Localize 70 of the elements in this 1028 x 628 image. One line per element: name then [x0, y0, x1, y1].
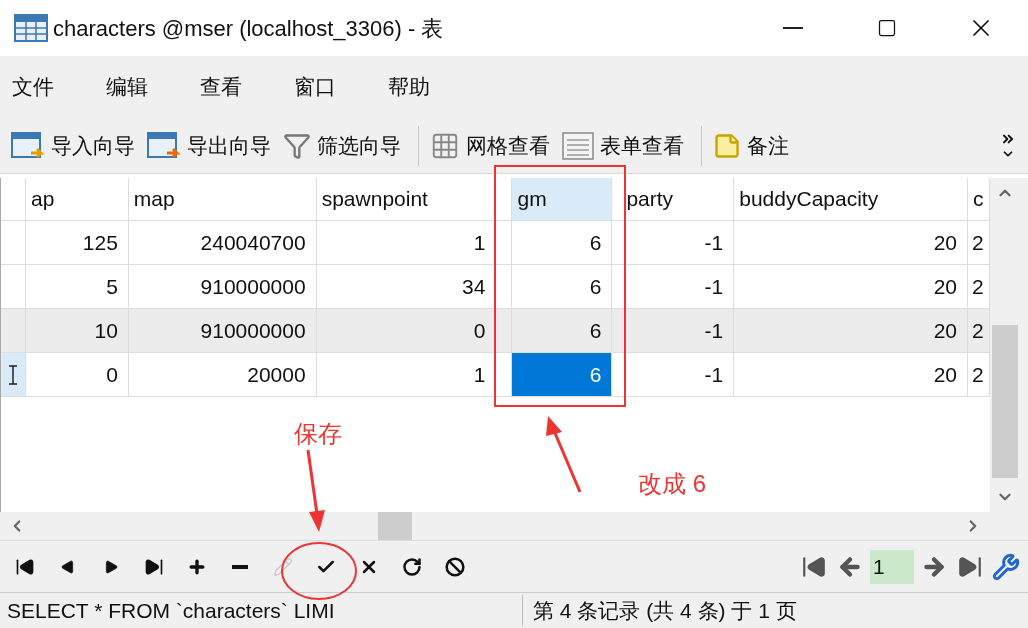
table-cell[interactable]: 20 — [734, 221, 968, 264]
menu-item[interactable]: 帮助 — [386, 71, 432, 103]
table-cell[interactable]: -1 — [612, 309, 735, 352]
status-record-count: 第 4 条记录 (共 4 条) 于 1 页 — [532, 597, 797, 624]
table-cell[interactable]: 20 — [734, 353, 968, 396]
table-row[interactable]: 10 910000000 0 6 -1 20 2 — [1, 309, 990, 353]
annotation-label: 保存 — [294, 419, 342, 449]
table-cell[interactable]: 20 — [734, 265, 968, 308]
annotation-label: 改成 6 — [638, 469, 706, 499]
table-cell[interactable]: -1 — [612, 221, 735, 264]
table-cell[interactable]: -1 — [612, 265, 735, 308]
stop-icon — [445, 556, 465, 577]
table-cell[interactable]: 2 — [968, 265, 990, 308]
filter-icon — [283, 131, 311, 160]
table-cell[interactable]: 20 — [734, 309, 968, 352]
window-title: characters @mser (localhost_3306) - 表 — [53, 14, 444, 43]
import-button[interactable]: 导入向导 — [8, 129, 138, 162]
table-cell[interactable]: 6 — [512, 221, 613, 264]
prev-icon — [60, 558, 76, 575]
maximize-icon — [877, 18, 897, 38]
note-button[interactable]: 备注 — [710, 129, 792, 162]
table-cell[interactable]: 910000000 — [128, 309, 317, 352]
table-row[interactable]: 0 20000 1 6 -1 20 2 — [1, 353, 990, 397]
table-import-icon — [11, 130, 45, 161]
menu-item[interactable]: 窗口 — [292, 71, 338, 103]
table-cell[interactable]: 5 — [25, 265, 129, 308]
column-header[interactable]: gm — [512, 178, 613, 220]
scrollbar-thumb[interactable] — [992, 325, 1018, 478]
table-cell[interactable]: 910000000 — [128, 265, 317, 308]
table-cell[interactable]: 1 — [316, 221, 513, 264]
table-row[interactable]: 5 910000000 34 6 -1 20 2 — [1, 265, 990, 309]
table-cell[interactable]: 34 — [316, 265, 513, 308]
export-button[interactable]: 导出向导 — [144, 129, 274, 162]
table-icon — [14, 14, 48, 42]
status-query: SELECT * FROM `characters` LIMI — [0, 594, 523, 627]
next-icon — [103, 558, 119, 575]
minimize-icon — [783, 27, 803, 29]
menu-item[interactable]: 文件 — [10, 71, 56, 103]
table-export-icon — [147, 130, 181, 161]
wrench-icon — [992, 552, 1020, 581]
note-icon — [713, 131, 741, 160]
grid-button[interactable]: 网格查看 — [427, 129, 553, 162]
row-indicator[interactable] — [1, 353, 26, 396]
table-cell[interactable]: 2 — [968, 353, 990, 396]
table-cell[interactable]: 240040700 — [128, 221, 317, 264]
table-cell[interactable]: 0 — [25, 353, 129, 396]
table-cell[interactable]: 10 — [25, 309, 129, 352]
minus-icon — [232, 564, 248, 569]
table-cell[interactable]: 2 — [968, 309, 990, 352]
text-cursor-icon — [8, 364, 18, 385]
menu-item[interactable]: 查看 — [198, 71, 244, 103]
page-field[interactable]: 1 — [870, 549, 914, 584]
table-cell[interactable]: 2 — [968, 221, 990, 264]
form-icon — [562, 130, 594, 161]
table-cell[interactable]: 0 — [316, 309, 513, 352]
horizontal-scrollbar[interactable] — [0, 512, 990, 540]
table-cell[interactable]: -1 — [612, 353, 735, 396]
menu-item[interactable]: 编辑 — [104, 71, 150, 103]
table-cell[interactable]: 20000 — [128, 353, 317, 396]
table-cell[interactable]: 125 — [25, 221, 129, 264]
table-row[interactable]: 125 240040700 1 6 -1 20 2 — [1, 221, 990, 265]
edit-icon — [273, 556, 293, 577]
filter-button[interactable]: 筛选向导 — [280, 129, 404, 162]
refresh-icon — [402, 556, 422, 577]
vertical-scrollbar[interactable] — [990, 178, 1028, 512]
scrollbar-thumb[interactable] — [378, 512, 412, 540]
table-cell[interactable]: 6 — [512, 353, 613, 396]
form-button[interactable]: 表单查看 — [559, 129, 687, 162]
table-cell[interactable]: 6 — [512, 265, 613, 308]
table-cell[interactable]: 6 — [512, 309, 613, 352]
